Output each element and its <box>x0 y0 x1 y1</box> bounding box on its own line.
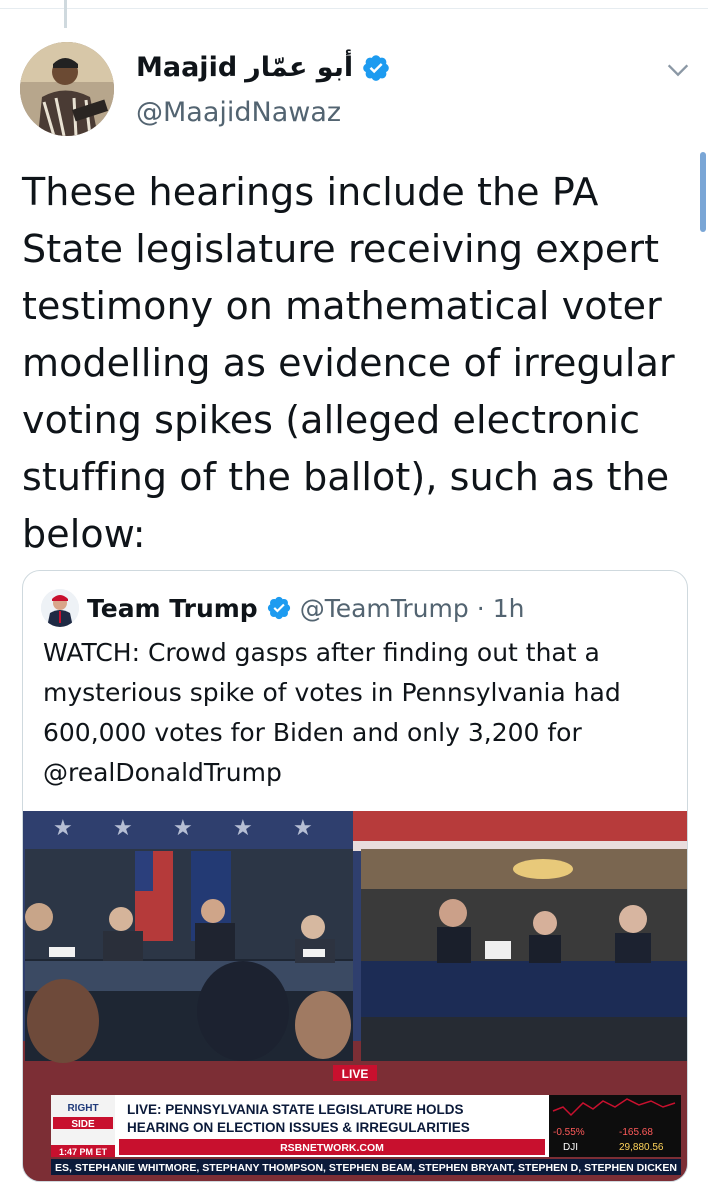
svg-text:★: ★ <box>53 815 73 840</box>
author-handle[interactable]: @MaajidNawaz <box>136 97 391 128</box>
author-name[interactable]: Maajid <box>136 52 237 83</box>
quoted-video[interactable]: ★ ★ ★ ★ ★ LIVE RIGHT SIDE 1:47 PM ET LIV… <box>23 811 687 1181</box>
chyron-time: 1:47 PM ET <box>59 1147 108 1157</box>
ticker-change: -165.68 <box>619 1127 653 1138</box>
live-badge: LIVE <box>342 1067 369 1081</box>
svg-text:★: ★ <box>293 815 313 840</box>
separator-dot: · <box>476 593 485 623</box>
quoted-tweet[interactable]: Team Trump @TeamTrump · 1h WATCH: Crowd … <box>22 570 688 1182</box>
thread-line <box>64 0 67 28</box>
svg-text:★: ★ <box>233 815 253 840</box>
verified-badge-icon <box>267 596 290 620</box>
quoted-author-handle[interactable]: @TeamTrump <box>300 594 469 623</box>
ticker-value: 29,880.56 <box>619 1142 664 1153</box>
quoted-tweet-text: WATCH: Crowd gasps after finding out tha… <box>43 638 621 787</box>
top-divider <box>0 8 708 9</box>
chyron-headline-line2: HEARING ON ELECTION ISSUES & IRREGULARIT… <box>127 1120 470 1135</box>
chyron-headline-line1: LIVE: PENNSYLVANIA STATE LEGISLATURE HOL… <box>127 1102 464 1117</box>
ticker-percent: -0.55% <box>553 1127 585 1138</box>
quoted-author-name[interactable]: Team Trump <box>87 594 258 623</box>
quoted-time[interactable]: 1h <box>493 594 525 623</box>
svg-text:★: ★ <box>113 815 133 840</box>
quoted-tweet-header: Team Trump @TeamTrump · 1h <box>41 589 524 627</box>
chevron-down-icon[interactable] <box>664 56 692 84</box>
author-avatar[interactable] <box>20 42 114 136</box>
chyron-crawl: ES, STEPHANIE WHITMORE, STEPHANY THOMPSO… <box>55 1163 677 1174</box>
author-info: Maajid أبو عمّار @MaajidNawaz <box>136 52 391 128</box>
author-name-row[interactable]: Maajid أبو عمّار <box>136 52 391 83</box>
author-name-arabic[interactable]: أبو عمّار <box>245 52 353 83</box>
svg-text:★: ★ <box>173 815 193 840</box>
show-logo-line1: RIGHT <box>67 1103 98 1114</box>
scrollbar[interactable] <box>700 152 706 232</box>
show-logo-line2: SIDE <box>71 1119 95 1130</box>
quoted-avatar[interactable] <box>41 589 79 627</box>
chyron-network: RSBNETWORK.COM <box>280 1142 384 1154</box>
tweet-text: These hearings include the PA State legi… <box>22 170 675 556</box>
ticker-index: DJI <box>563 1142 578 1153</box>
verified-badge-icon <box>363 54 389 81</box>
